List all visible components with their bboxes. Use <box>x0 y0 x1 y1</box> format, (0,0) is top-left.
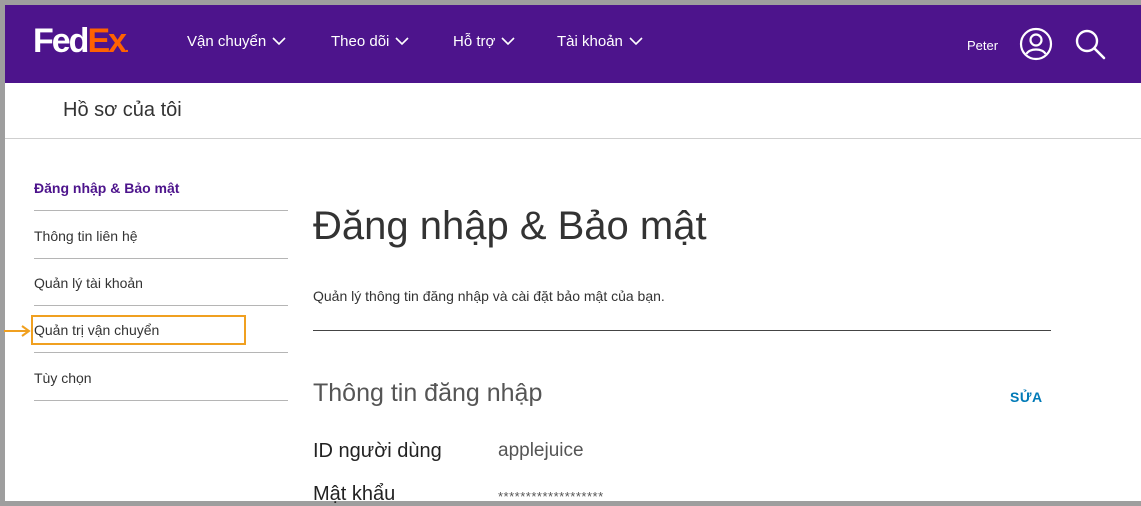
profile-header: Hồ sơ của tôi <box>5 83 1141 139</box>
nav-item-support[interactable]: Hỗ trợ <box>453 33 515 50</box>
password-value: ******************* <box>498 489 604 504</box>
nav-item-label: Theo dõi <box>331 33 390 50</box>
sidebar-divider <box>34 258 288 259</box>
chevron-down-icon <box>272 37 286 46</box>
highlight-box <box>31 315 246 345</box>
page-description: Quản lý thông tin đăng nhập và cài đặt b… <box>313 288 665 304</box>
section-title: Thông tin đăng nhập <box>313 379 543 407</box>
user-id-label: ID người dùng <box>313 440 442 462</box>
edit-button[interactable]: SỬA <box>1010 389 1043 405</box>
user-account-icon[interactable] <box>1019 27 1053 61</box>
sidebar-divider <box>34 210 288 211</box>
nav-item-shipping[interactable]: Vận chuyển <box>187 33 286 50</box>
profile-title: Hồ sơ của tôi <box>63 99 182 121</box>
fedex-logo[interactable]: FedEx. <box>33 23 129 65</box>
logo-dot: . <box>125 39 129 55</box>
sidebar-item-account-management[interactable]: Quản lý tài khoản <box>34 275 288 291</box>
top-navigation-bar: FedEx. Vận chuyển Theo dõi Hỗ trợ Tài kh… <box>5 5 1141 83</box>
chevron-down-icon <box>629 37 643 46</box>
section-divider <box>313 330 1051 331</box>
nav-item-account[interactable]: Tài khoản <box>557 33 643 50</box>
logo-fed-text: Fed <box>33 22 89 60</box>
nav-item-label: Tài khoản <box>557 33 623 50</box>
page-title: Đăng nhập & Bảo mật <box>313 204 707 248</box>
sidebar-item-preferences[interactable]: Tùy chọn <box>34 370 288 386</box>
sidebar-item-contact-info[interactable]: Thông tin liên hệ <box>34 228 288 244</box>
search-icon[interactable] <box>1073 27 1107 61</box>
user-id-value: applejuice <box>498 440 584 461</box>
nav-item-tracking[interactable]: Theo dõi <box>331 33 409 50</box>
nav-item-label: Hỗ trợ <box>453 33 496 50</box>
pointer-arrow-icon <box>4 325 31 337</box>
sidebar-divider <box>34 352 288 353</box>
user-name[interactable]: Peter <box>967 38 998 53</box>
password-label: Mật khẩu <box>313 483 396 505</box>
nav-item-label: Vận chuyển <box>187 33 267 50</box>
chevron-down-icon <box>501 37 515 46</box>
sidebar-divider <box>34 400 288 401</box>
sidebar-item-login-security[interactable]: Đăng nhập & Bảo mật <box>34 180 288 196</box>
chevron-down-icon <box>395 37 409 46</box>
sidebar-divider <box>34 305 288 306</box>
logo-ex-text: Ex <box>87 22 127 60</box>
